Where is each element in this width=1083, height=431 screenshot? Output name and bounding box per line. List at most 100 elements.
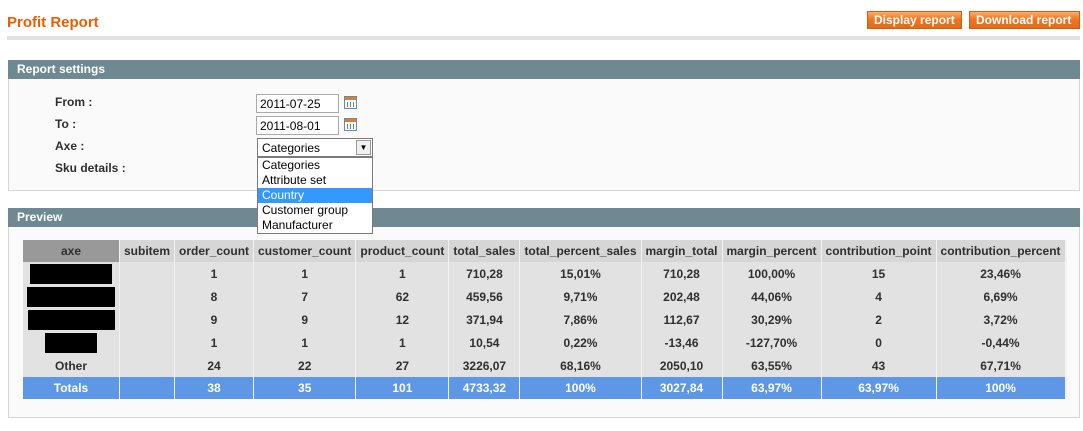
totals-row: Totals 38 35 101 4733,32 100% 3027,84 63,97% 63,… [23, 377, 1067, 399]
redacted-block [27, 309, 115, 330]
report-settings-header: Report settings [8, 60, 1080, 79]
cell-contribution-percent: 23,46% [936, 262, 1066, 285]
axe-option[interactable]: Categories [258, 158, 372, 173]
cell-total-percent-sales: 68,16% [519, 354, 642, 377]
to-date-input[interactable] [256, 116, 339, 135]
cell-total-sales: 10,54 [448, 331, 521, 354]
axe-dropdown-list: Categories Attribute set Country Customer g… [257, 157, 373, 234]
page-title: Profit Report [7, 14, 99, 31]
column-header-order-count[interactable]: order_count [174, 240, 255, 262]
redacted-block [30, 263, 112, 284]
cell-subitem [119, 262, 176, 285]
column-header-total-sales[interactable]: total_sales [448, 240, 521, 262]
cell-axe [23, 331, 120, 354]
row-spacer [1065, 377, 1067, 399]
cell-order-count: 1 [174, 262, 255, 285]
table-row[interactable]: 8 7 62 459,56 9,71% 202,48 44,06% 4 6,69% [23, 285, 1067, 308]
cell-contribution-point: 4 [821, 285, 937, 308]
cell-product-count: 12 [355, 308, 450, 331]
cell-contribution-point: 2 [821, 308, 937, 331]
cell-order-count: 8 [174, 285, 255, 308]
totals-cell-customer-count: 35 [253, 377, 357, 399]
cell-customer-count: 1 [253, 262, 357, 285]
cell-contribution-percent: 6,69% [936, 285, 1066, 308]
cell-contribution-point: 0 [821, 331, 937, 354]
totals-cell-axe: Totals [23, 377, 120, 399]
cell-customer-count: 7 [253, 285, 357, 308]
calendar-icon[interactable] [344, 96, 357, 109]
row-spacer [1065, 354, 1067, 377]
table-row[interactable]: 1 1 1 10,54 0,22% -13,46 -127,70% 0 -0,44% [23, 331, 1067, 354]
cell-contribution-point: 43 [821, 354, 937, 377]
cell-margin-total: 202,48 [641, 285, 723, 308]
cell-total-sales: 371,94 [448, 308, 521, 331]
cell-total-percent-sales: 0,22% [519, 331, 642, 354]
totals-cell-product-count: 101 [355, 377, 450, 399]
cell-product-count: 1 [355, 331, 450, 354]
axe-select[interactable]: Categories ▼ [257, 138, 373, 157]
axe-option[interactable]: Manufacturer [258, 218, 372, 233]
row-spacer [1065, 308, 1067, 331]
axe-option[interactable]: Country [258, 188, 372, 203]
cell-margin-total: 2050,10 [641, 354, 723, 377]
cell-margin-percent: 44,06% [722, 285, 822, 308]
column-header-margin-total[interactable]: margin_total [641, 240, 723, 262]
cell-subitem [119, 331, 176, 354]
cell-subitem [119, 285, 176, 308]
download-report-button[interactable]: Download report [969, 11, 1080, 29]
column-header-contribution-point[interactable]: contribution_point [821, 240, 937, 262]
cell-product-count: 27 [355, 354, 450, 377]
axe-option[interactable]: Customer group [258, 203, 372, 218]
cell-margin-total: 710,28 [641, 262, 723, 285]
cell-contribution-percent: 3,72% [936, 308, 1066, 331]
column-header-axe[interactable]: axe [23, 240, 120, 262]
column-header-product-count[interactable]: product_count [355, 240, 450, 262]
cell-total-percent-sales: 15,01% [519, 262, 642, 285]
cell-margin-total: 112,67 [641, 308, 723, 331]
cell-axe [23, 262, 120, 285]
report-settings-panel [8, 79, 1080, 191]
calendar-icon[interactable] [344, 118, 357, 131]
table-row[interactable]: Other 24 22 27 3226,07 68,16% 2050,10 63,55% 43 6… [23, 354, 1067, 377]
totals-cell-margin-percent: 63,97% [722, 377, 822, 399]
cell-margin-total: -13,46 [641, 331, 723, 354]
chevron-down-icon[interactable]: ▼ [356, 140, 371, 155]
cell-subitem [119, 354, 176, 377]
totals-cell-total-percent-sales: 100% [519, 377, 642, 399]
column-spacer [1065, 240, 1067, 262]
column-header-margin-percent[interactable]: margin_percent [722, 240, 822, 262]
cell-subitem [119, 308, 176, 331]
row-spacer [1065, 262, 1067, 285]
cell-contribution-percent: 67,71% [936, 354, 1066, 377]
from-date-input[interactable] [256, 94, 339, 113]
cell-total-percent-sales: 7,86% [519, 308, 642, 331]
column-header-subitem[interactable]: subitem [119, 240, 176, 262]
column-header-contribution-percent[interactable]: contribution_percent [936, 240, 1066, 262]
preview-header: Preview [8, 208, 1080, 227]
axe-option[interactable]: Attribute set [258, 173, 372, 188]
cell-total-percent-sales: 9,71% [519, 285, 642, 308]
cell-contribution-percent: -0,44% [936, 331, 1066, 354]
from-label: From : [55, 95, 93, 109]
table-row[interactable]: 9 9 12 371,94 7,86% 112,67 30,29% 2 3,72% [23, 308, 1067, 331]
cell-customer-count: 1 [253, 331, 357, 354]
totals-cell-subitem [119, 377, 176, 399]
axe-label: Axe : [55, 139, 85, 153]
to-label: To : [55, 117, 77, 131]
column-header-customer-count[interactable]: customer_count [253, 240, 357, 262]
display-report-button[interactable]: Display report [867, 11, 962, 29]
cell-total-sales: 459,56 [448, 285, 521, 308]
cell-total-sales: 710,28 [448, 262, 521, 285]
cell-product-count: 62 [355, 285, 450, 308]
cell-margin-percent: 30,29% [722, 308, 822, 331]
axe-selected-value: Categories [262, 141, 321, 155]
cell-margin-percent: -127,70% [722, 331, 822, 354]
table-row[interactable]: 1 1 1 710,28 15,01% 710,28 100,00% 15 23,46% [23, 262, 1067, 285]
cell-margin-percent: 100,00% [722, 262, 822, 285]
column-header-total-percent-sales[interactable]: total_percent_sales [519, 240, 642, 262]
cell-customer-count: 22 [253, 354, 357, 377]
cell-margin-percent: 63,55% [722, 354, 822, 377]
cell-axe [23, 285, 120, 308]
row-spacer [1065, 285, 1067, 308]
cell-customer-count: 9 [253, 308, 357, 331]
